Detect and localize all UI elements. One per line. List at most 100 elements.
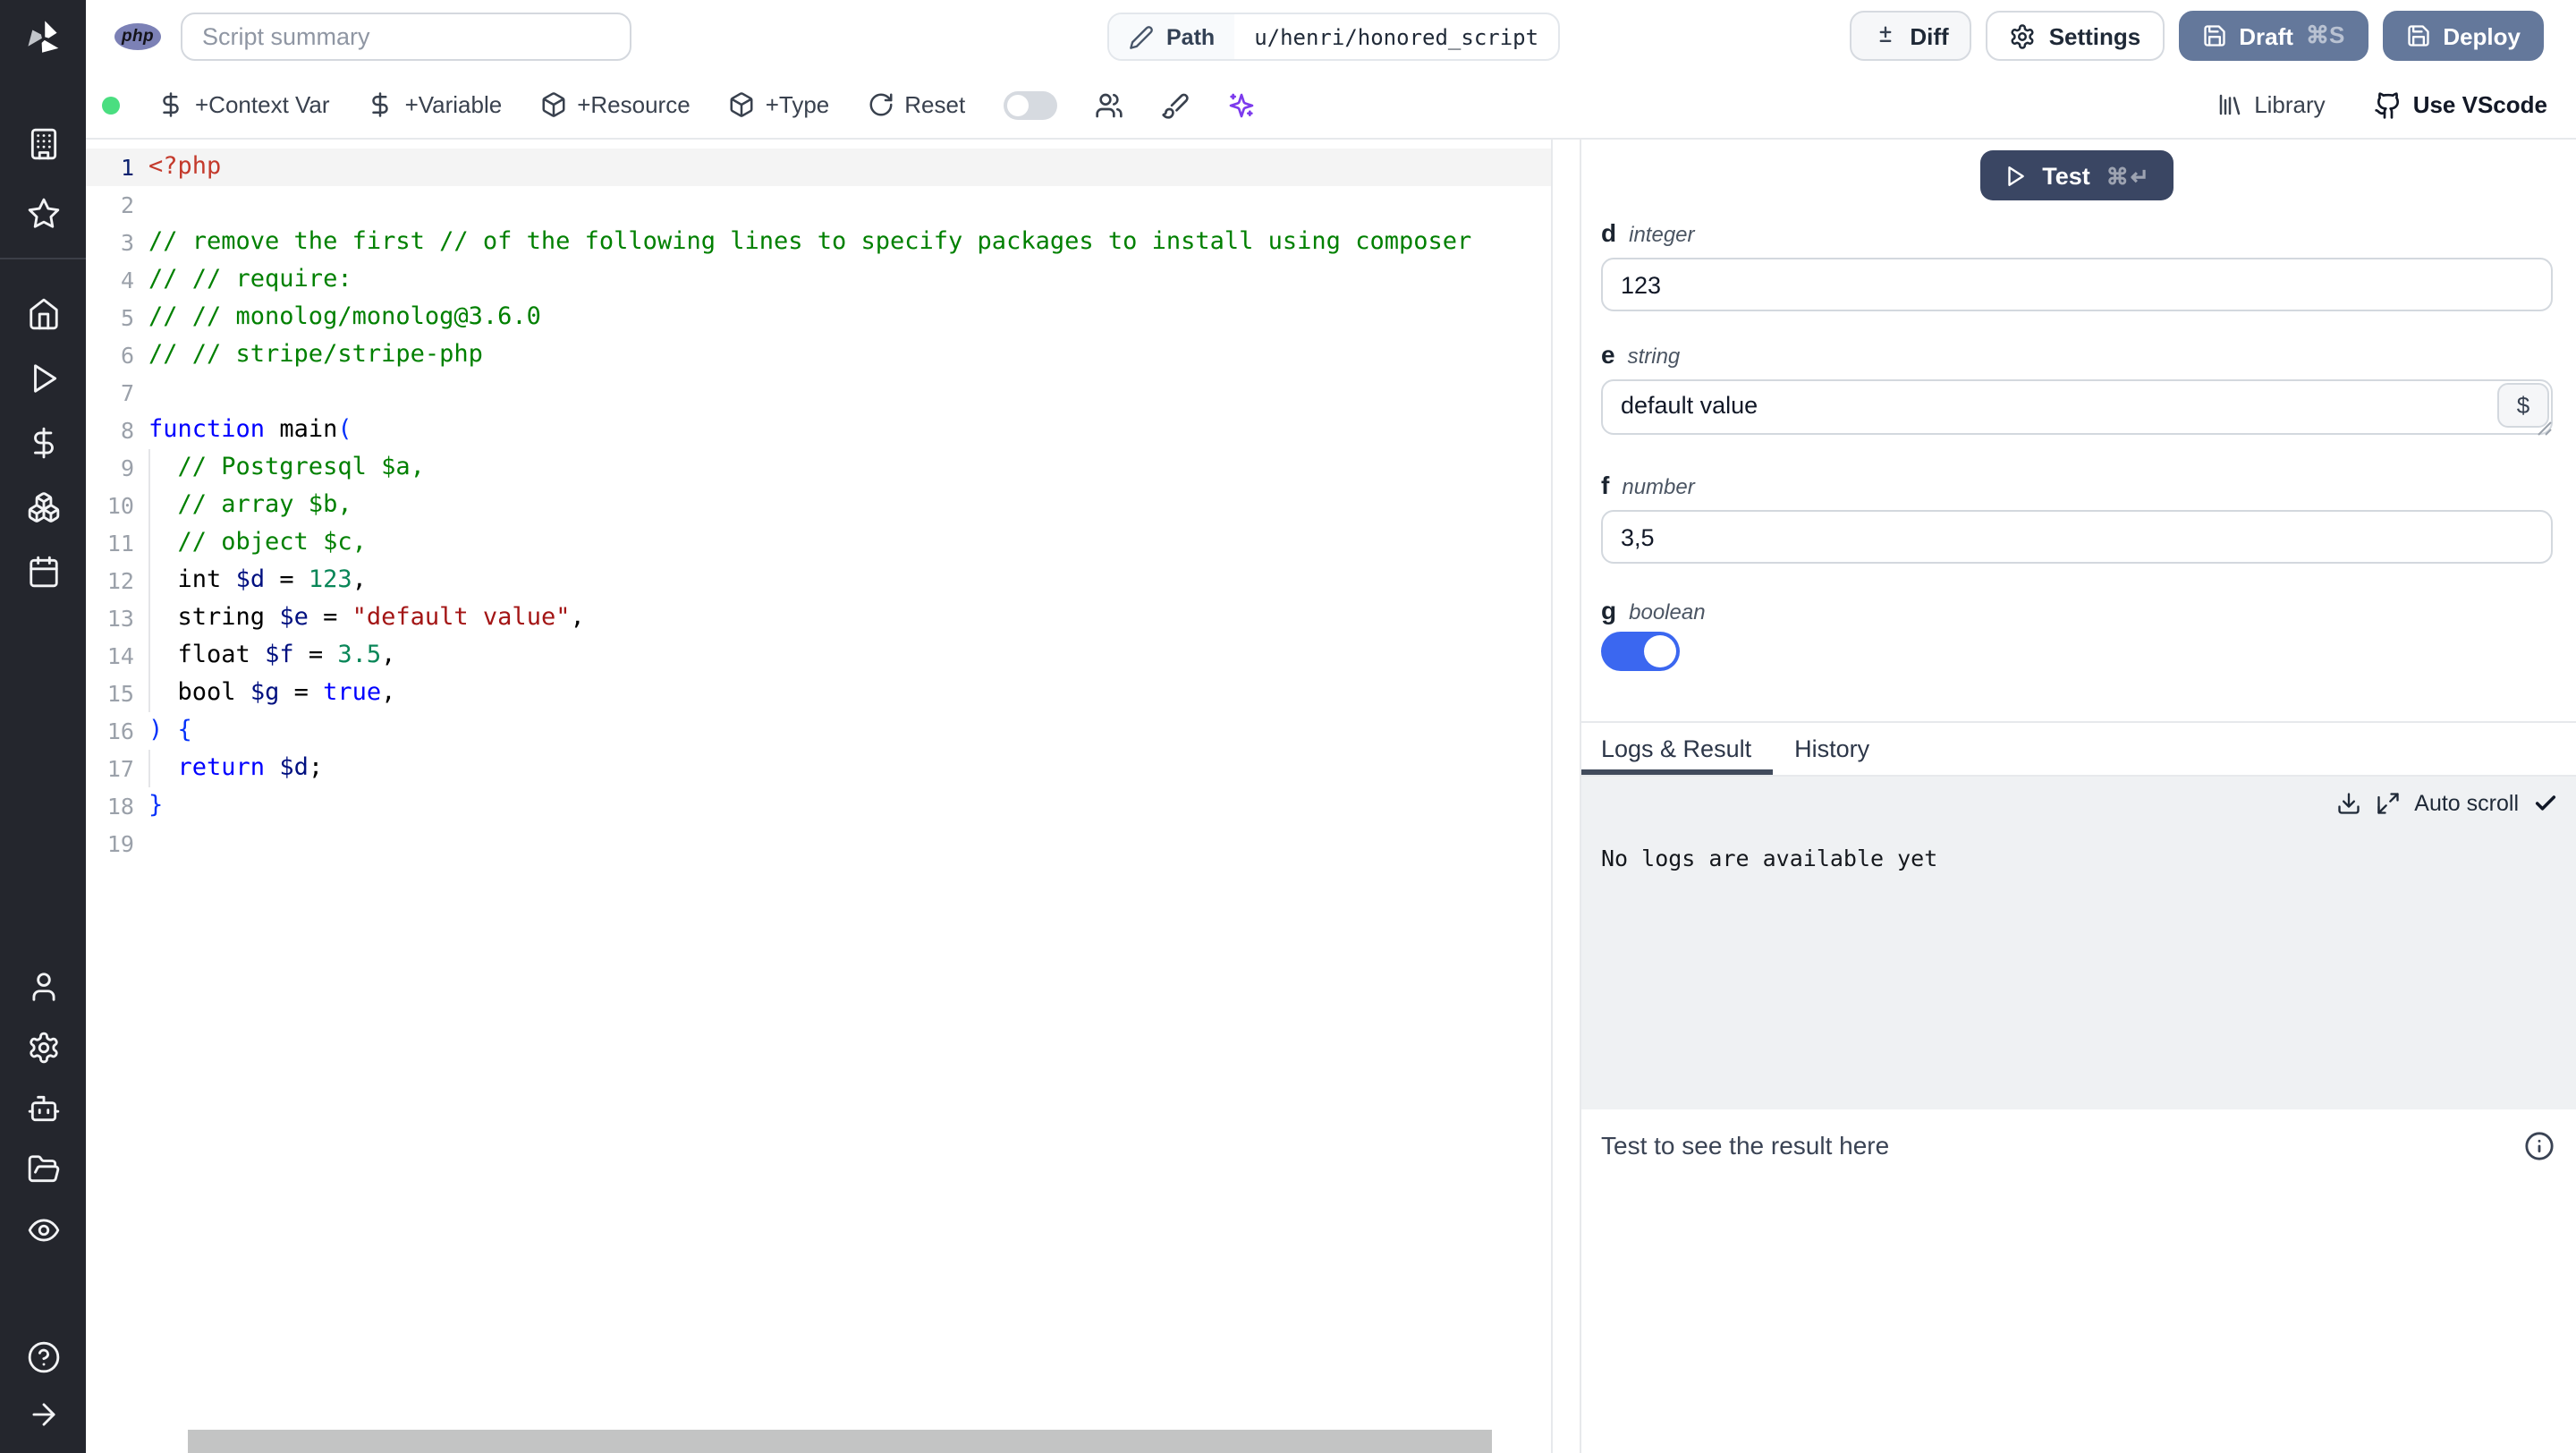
- diff-button[interactable]: Diff: [1849, 11, 1972, 61]
- top-bar: php Path u/henri/honored_script Diff Set…: [86, 0, 2576, 72]
- line-number: 15: [106, 680, 134, 707]
- library-icon: [2219, 94, 2241, 115]
- add-context-var-button[interactable]: +Context Var: [157, 91, 330, 118]
- help-icon[interactable]: [26, 1340, 60, 1374]
- code-line[interactable]: 13 string $e = "default value",: [86, 599, 1551, 637]
- path-value: u/henri/honored_script: [1254, 24, 1539, 49]
- folders-icon[interactable]: [26, 1152, 60, 1186]
- settings-gear-icon[interactable]: [26, 1031, 60, 1065]
- field-d-input[interactable]: [1601, 258, 2553, 311]
- toolbar-right: Library Use VScode: [2216, 90, 2547, 119]
- code-line[interactable]: 15 bool $g = true,: [86, 675, 1551, 712]
- topbar-actions: Diff Settings Draft ⌘S Deploy: [1849, 11, 2544, 61]
- diff-icon: [1878, 26, 1891, 42]
- auto-scroll-label[interactable]: Auto scroll: [2414, 791, 2519, 816]
- code-line[interactable]: 3// remove the first // of the following…: [86, 224, 1551, 261]
- code-line[interactable]: 16) {: [86, 712, 1551, 750]
- user-icon[interactable]: [26, 970, 60, 1004]
- code-line[interactable]: 1 <?php: [86, 149, 1551, 186]
- add-type-button[interactable]: +Type: [728, 91, 829, 118]
- line-number: 18: [106, 793, 134, 820]
- audit-eye-icon[interactable]: [26, 1213, 60, 1247]
- test-form: Test ⌘↵ d integer e string default: [1581, 140, 2576, 671]
- resources-boxes-icon[interactable]: [26, 490, 60, 524]
- logs-empty-message: No logs are available yet: [1601, 845, 1938, 871]
- multiplayer-users-icon[interactable]: [1094, 90, 1123, 119]
- code-line[interactable]: 19: [86, 825, 1551, 862]
- pane-splitter[interactable]: [1553, 140, 1580, 1453]
- info-icon[interactable]: [2524, 1131, 2555, 1161]
- code-line[interactable]: 10 // array $b,: [86, 487, 1551, 524]
- code-line[interactable]: 12 int $d = 123,: [86, 562, 1551, 599]
- deploy-button[interactable]: Deploy: [2382, 11, 2544, 61]
- field-f-input[interactable]: [1601, 510, 2553, 564]
- runs-play-icon[interactable]: [26, 361, 60, 395]
- language-badge: php: [114, 22, 161, 49]
- code-line[interactable]: 6// // stripe/stripe-php: [86, 336, 1551, 374]
- save-icon: [2203, 25, 2224, 47]
- play-icon: [2007, 166, 2024, 185]
- check-icon[interactable]: [2533, 791, 2558, 816]
- schedules-calendar-icon[interactable]: [26, 555, 60, 589]
- save-icon: [2407, 25, 2428, 47]
- path-pill[interactable]: Path u/henri/honored_script: [1107, 13, 1561, 61]
- use-vscode-button[interactable]: Use VScode: [2374, 90, 2547, 119]
- github-icon: [2375, 91, 2399, 118]
- test-button[interactable]: Test ⌘↵: [1979, 150, 2174, 200]
- line-number: 7: [120, 379, 134, 406]
- add-resource-button[interactable]: +Resource: [539, 91, 691, 118]
- code-line[interactable]: 17 return $d;: [86, 750, 1551, 787]
- settings-button[interactable]: Settings: [1986, 11, 2165, 61]
- line-number: 5: [120, 304, 134, 331]
- draft-button[interactable]: Draft ⌘S: [2178, 11, 2368, 61]
- line-number: 11: [106, 530, 134, 557]
- workers-robot-icon[interactable]: [26, 1092, 60, 1126]
- variables-dollar-icon[interactable]: [26, 426, 60, 460]
- expand-logs-icon[interactable]: [2375, 791, 2400, 816]
- code-line[interactable]: 5// // monolog/monolog@3.6.0: [86, 299, 1551, 336]
- line-number: 2: [120, 191, 134, 218]
- tab-history[interactable]: History: [1773, 723, 1891, 775]
- code-line[interactable]: 9 // Postgresql $a,: [86, 449, 1551, 487]
- download-logs-icon[interactable]: [2335, 791, 2360, 816]
- status-dot: [102, 96, 120, 114]
- test-shortcut: ⌘↵: [2106, 164, 2151, 189]
- result-tabs: Logs & Result History: [1581, 721, 2576, 777]
- multiplayer-toggle[interactable]: [1003, 90, 1057, 119]
- dollar-icon: [163, 92, 179, 117]
- code-lines: 1 <?php 2 3// remove the first // of the fo…: [86, 149, 1551, 862]
- tab-logs-result[interactable]: Logs & Result: [1581, 723, 1773, 775]
- field-g-toggle[interactable]: [1601, 632, 1680, 671]
- ai-sparkles-icon[interactable]: [1226, 90, 1255, 119]
- expand-sidebar-arrow-icon[interactable]: [26, 1398, 60, 1432]
- horizontal-scrollbar[interactable]: [188, 1430, 1492, 1453]
- code-line[interactable]: 7: [86, 374, 1551, 412]
- line-number: 3: [120, 229, 134, 256]
- resize-handle-icon[interactable]: [2537, 421, 2553, 437]
- home-icon[interactable]: [26, 297, 60, 331]
- code-line[interactable]: 18}: [86, 787, 1551, 825]
- code-editor[interactable]: 1 <?php 2 3// remove the first // of the fo…: [86, 140, 1553, 1453]
- code-line[interactable]: 8 function main(: [86, 412, 1551, 449]
- field-e-input[interactable]: default value: [1601, 379, 2553, 435]
- favorites-star-icon[interactable]: [26, 197, 60, 231]
- workspace-icon[interactable]: [26, 127, 60, 161]
- path-label-section: Path: [1109, 14, 1235, 59]
- reset-button[interactable]: Reset: [867, 91, 965, 118]
- line-number: 9: [120, 455, 134, 481]
- windmill-logo-icon[interactable]: [21, 16, 65, 61]
- content-split: 1 <?php 2 3// remove the first // of the fo…: [86, 140, 2576, 1453]
- format-brush-icon[interactable]: [1160, 90, 1189, 119]
- field-label-g: g boolean: [1601, 596, 1706, 625]
- code-line[interactable]: 11 // object $c,: [86, 524, 1551, 562]
- result-placeholder: Test to see the result here: [1601, 1131, 1890, 1160]
- library-button[interactable]: Library: [2216, 91, 2326, 118]
- line-number: 4: [120, 267, 134, 293]
- code-line[interactable]: 2: [86, 186, 1551, 224]
- pencil-icon: [1130, 25, 1153, 48]
- code-line[interactable]: 4// // require:: [86, 261, 1551, 299]
- script-summary-input[interactable]: [181, 12, 631, 60]
- field-label-e: e string: [1601, 340, 1681, 369]
- add-variable-button[interactable]: +Variable: [368, 91, 502, 118]
- code-line[interactable]: 14 float $f = 3.5,: [86, 637, 1551, 675]
